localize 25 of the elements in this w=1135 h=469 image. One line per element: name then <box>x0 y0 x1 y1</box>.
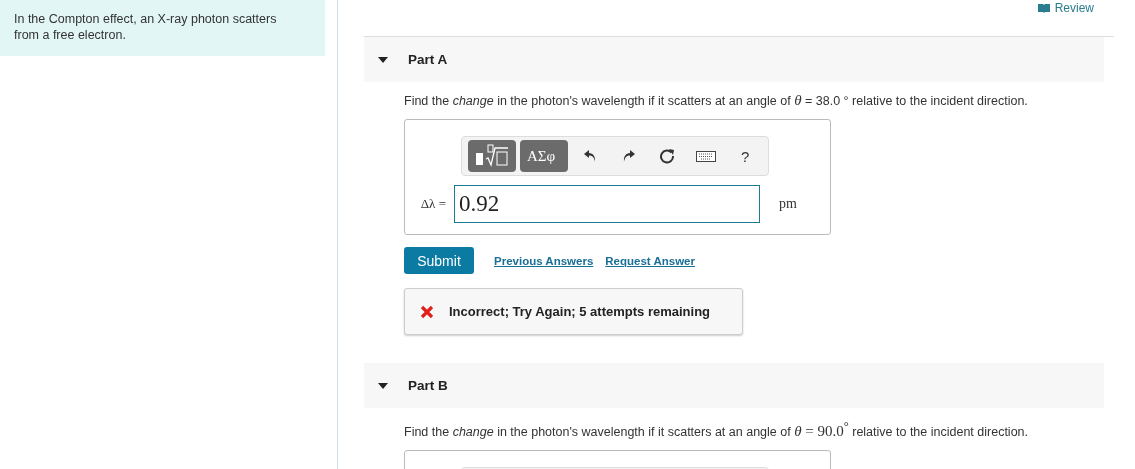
caret-down-icon <box>378 380 388 391</box>
book-icon <box>1036 3 1051 13</box>
submit-button[interactable]: Submit <box>404 247 474 274</box>
review-link[interactable]: Review <box>1036 0 1094 15</box>
part-header[interactable]: Part B <box>364 363 1104 408</box>
reset-icon <box>659 148 676 164</box>
unit-label: pm <box>779 196 797 212</box>
keyboard-icon <box>696 150 717 162</box>
question-text: Find the change in the photon's wavelength if it scatters at an angle of θ = 90.0$^{°}$ relative to the incident direction. <box>404 418 1030 440</box>
part-header[interactable]: Part A <box>364 37 1104 82</box>
redo-icon <box>621 149 636 163</box>
caret-down-icon <box>378 54 388 65</box>
question-text: Find the change in the photon's wavelength if it scatters at an angle of θ = 38.0 ° relative to the incident direction. <box>404 92 1029 109</box>
template-button[interactable] <box>468 140 516 172</box>
fraction-root-icon <box>475 144 509 168</box>
undo-icon <box>582 149 597 163</box>
answer-link[interactable]: Previous Answers <box>494 254 594 267</box>
help-button[interactable]: ? <box>728 140 762 172</box>
feedback-message: Incorrect; Try Again; 5 attempts remaining <box>404 288 743 335</box>
variable-label: Δλ = <box>419 196 447 212</box>
greek-symbols-button[interactable]: ΑΣφ <box>520 140 568 172</box>
answer-input-field[interactable]: 0.92 <box>454 185 760 223</box>
close-icon <box>420 304 434 319</box>
problem-intro-text: In the Compton effect, an X-ray photon scatters from a free electron. <box>14 11 278 43</box>
answer-link[interactable]: Request Answer <box>605 254 695 267</box>
